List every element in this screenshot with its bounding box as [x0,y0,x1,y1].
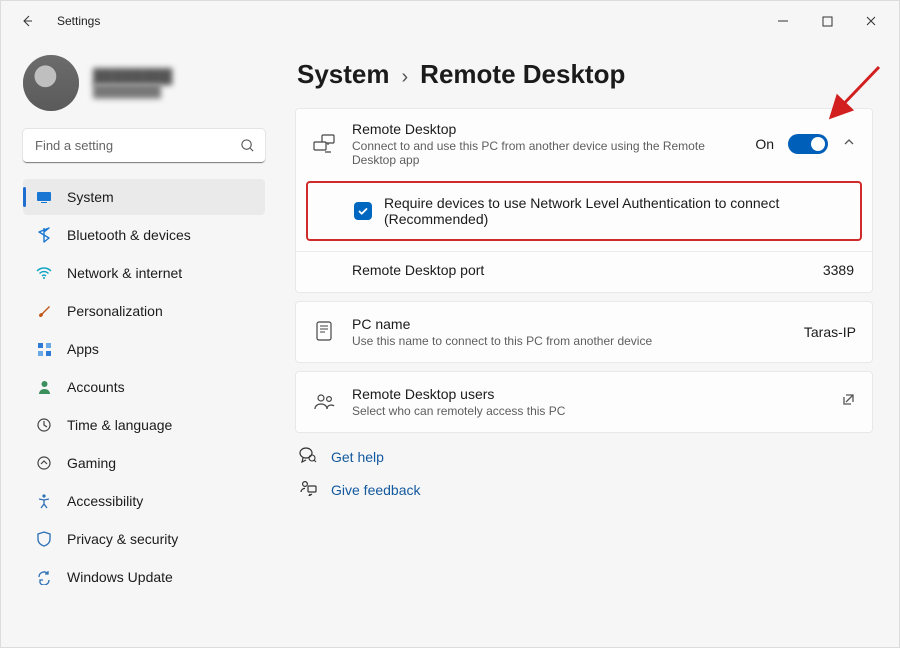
globe-clock-icon [35,416,53,434]
close-icon [865,15,877,27]
pc-name-icon [312,321,336,343]
get-help-link[interactable]: Get help [299,447,873,466]
remote-desktop-toggle[interactable] [788,134,828,154]
sidebar-item-label: Accessibility [67,493,143,509]
arrow-left-icon [19,13,35,29]
back-button[interactable] [15,9,39,33]
content-area: System › Remote Desktop Remote Desktop C… [279,41,899,648]
get-help-label[interactable]: Get help [331,449,384,465]
sidebar-item-label: Gaming [67,455,116,471]
person-icon [35,378,53,396]
give-feedback-label[interactable]: Give feedback [331,482,421,498]
nla-option[interactable]: Require devices to use Network Level Aut… [306,181,862,241]
sidebar-item-label: Apps [67,341,99,357]
feedback-icon [299,480,319,499]
window-title: Settings [57,14,100,28]
sidebar-item-accessibility[interactable]: Accessibility [23,483,265,519]
chevron-up-icon[interactable] [842,135,856,154]
pc-name-value: Taras-IP [804,324,856,340]
breadcrumb: System › Remote Desktop [297,59,873,90]
sidebar-item-label: Bluetooth & devices [67,227,191,243]
shield-icon [35,530,53,548]
search-box [23,129,265,163]
sidebar-item-apps[interactable]: Apps [23,331,265,367]
sidebar-item-network[interactable]: Network & internet [23,255,265,291]
search-icon [240,138,255,158]
chevron-right-icon: › [402,66,409,89]
sidebar-item-bluetooth[interactable]: Bluetooth & devices [23,217,265,253]
gaming-icon [35,454,53,472]
sidebar-nav: System Bluetooth & devices Network & int… [23,179,265,595]
breadcrumb-root[interactable]: System [297,59,390,90]
pc-name-row[interactable]: PC name Use this name to connect to this… [296,302,872,362]
rdp-users-title: Remote Desktop users [352,386,825,402]
sidebar-item-privacy[interactable]: Privacy & security [23,521,265,557]
remote-desktop-title: Remote Desktop [352,121,739,137]
account-name: ████████ [93,68,172,84]
sidebar-item-label: Accounts [67,379,125,395]
rdp-port-row: Remote Desktop port 3389 [296,252,872,292]
sidebar: ████████ ████████ System Bluetooth & dev… [1,41,279,648]
apps-icon [35,340,53,358]
pc-name-title: PC name [352,316,788,332]
bluetooth-icon [35,226,53,244]
update-icon [35,568,53,586]
display-icon [35,188,53,206]
window-close-button[interactable] [849,6,893,36]
sidebar-item-label: Time & language [67,417,172,433]
sidebar-item-label: Personalization [67,303,163,319]
remote-desktop-row[interactable]: Remote Desktop Connect to and use this P… [296,109,872,179]
help-icon [299,447,319,466]
page-title: Remote Desktop [420,59,625,90]
help-links: Get help Give feedback [299,447,873,499]
rdp-users-subtitle: Select who can remotely access this PC [352,404,825,418]
nla-label: Require devices to use Network Level Aut… [384,195,840,227]
rdp-port-label: Remote Desktop port [352,262,823,278]
window-minimize-button[interactable] [761,6,805,36]
nla-checkbox[interactable] [354,202,372,220]
sidebar-item-windows-update[interactable]: Windows Update [23,559,265,595]
sidebar-item-personalization[interactable]: Personalization [23,293,265,329]
brush-icon [35,302,53,320]
sidebar-item-label: System [67,189,114,205]
pc-name-subtitle: Use this name to connect to this PC from… [352,334,788,348]
avatar [23,55,79,111]
minimize-icon [777,15,789,27]
check-icon [357,205,369,217]
sidebar-item-label: Privacy & security [67,531,178,547]
maximize-icon [822,16,833,27]
toggle-label: On [755,136,774,152]
pc-name-card: PC name Use this name to connect to this… [295,301,873,363]
rdp-users-row[interactable]: Remote Desktop users Select who can remo… [296,372,872,432]
sidebar-item-accounts[interactable]: Accounts [23,369,265,405]
sidebar-item-system[interactable]: System [23,179,265,215]
window-maximize-button[interactable] [805,6,849,36]
remote-desktop-icon [312,134,336,154]
remote-desktop-card: Remote Desktop Connect to and use this P… [295,108,873,293]
search-input[interactable] [23,129,265,163]
sidebar-item-time[interactable]: Time & language [23,407,265,443]
rdp-users-card: Remote Desktop users Select who can remo… [295,371,873,433]
sidebar-item-label: Windows Update [67,569,173,585]
sidebar-item-label: Network & internet [67,265,182,281]
give-feedback-link[interactable]: Give feedback [299,480,873,499]
account-header[interactable]: ████████ ████████ [23,51,265,115]
sidebar-item-gaming[interactable]: Gaming [23,445,265,481]
rdp-port-value: 3389 [823,262,854,278]
accessibility-icon [35,492,53,510]
account-secondary: ████████ [93,84,172,98]
wifi-icon [35,264,53,282]
users-icon [312,393,336,411]
remote-desktop-subtitle: Connect to and use this PC from another … [352,139,739,167]
open-link-icon[interactable] [841,392,856,412]
